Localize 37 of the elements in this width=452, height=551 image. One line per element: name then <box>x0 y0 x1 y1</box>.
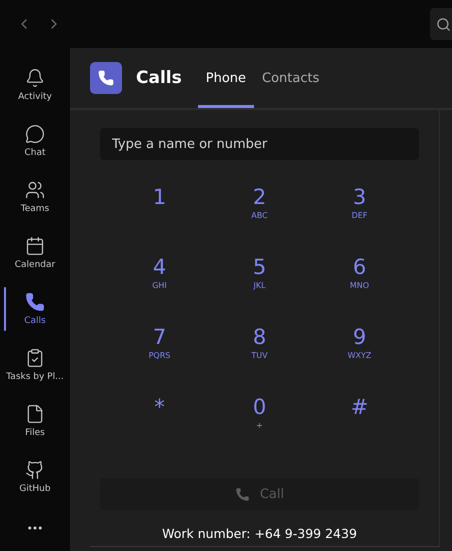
rail-item[interactable]: Teams <box>0 169 70 225</box>
search-icon <box>436 16 451 32</box>
phone-icon <box>25 292 45 312</box>
rail-item[interactable]: Tasks by Pl... <box>0 337 70 393</box>
rail-item[interactable]: GitHub <box>0 449 70 505</box>
checklist-icon <box>25 348 45 368</box>
rail-item[interactable]: Files <box>0 393 70 449</box>
dial-key[interactable]: 0 + <box>210 394 310 464</box>
app-title: Calls <box>136 68 182 88</box>
chat-icon <box>25 124 45 144</box>
phone-icon <box>234 486 250 502</box>
dial-key[interactable]: 5 JKL <box>210 254 310 324</box>
dial-key[interactable]: 3 DEF <box>310 184 410 254</box>
dial-key[interactable]: 6 MNO <box>310 254 410 324</box>
dial-key[interactable]: 7 PQRS <box>110 324 210 394</box>
dial-key[interactable]: 8 TUV <box>210 324 310 394</box>
dial-key[interactable]: * <box>110 394 210 464</box>
dial-key[interactable]: 1 <box>110 184 210 254</box>
dial-key[interactable]: 2 ABC <box>210 184 310 254</box>
rail-item[interactable]: Chat <box>0 113 70 169</box>
app-icon <box>90 62 122 94</box>
rail-item[interactable]: Activity <box>0 57 70 113</box>
rail-item[interactable]: Calls <box>0 281 70 337</box>
calendar-icon <box>25 236 45 256</box>
tab[interactable]: Phone <box>198 48 254 108</box>
github-icon <box>25 460 45 480</box>
search-button[interactable] <box>430 8 452 40</box>
tab[interactable]: Contacts <box>254 48 328 108</box>
bell-icon <box>25 68 45 88</box>
people-icon <box>25 180 45 200</box>
dial-key[interactable]: 9 WXYZ <box>310 324 410 394</box>
dial-key[interactable]: 4 GHI <box>110 254 210 324</box>
work-number: Work number: +64 9-399 2439 <box>161 526 358 541</box>
search-field[interactable]: Type a name or number <box>100 128 419 160</box>
dial-key[interactable]: # <box>310 394 410 464</box>
file-icon <box>25 404 45 424</box>
rail-item[interactable]: Calendar <box>0 225 70 281</box>
